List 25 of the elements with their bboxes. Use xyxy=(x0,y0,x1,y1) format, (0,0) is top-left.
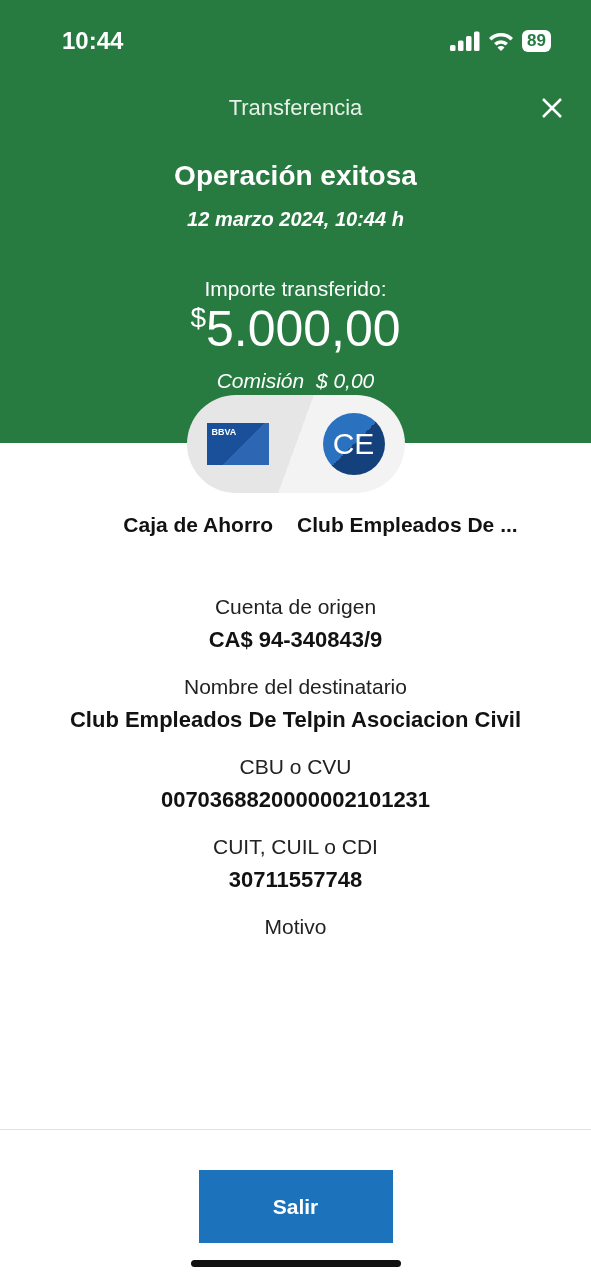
transferred-amount: $5.000,00 xyxy=(190,303,401,355)
detail-value: 30711557748 xyxy=(228,867,363,893)
exit-button[interactable]: Salir xyxy=(198,1170,393,1243)
detail-label: Cuenta de origen xyxy=(214,595,377,619)
amount-label: Importe transferido: xyxy=(204,277,387,301)
detail-label: CUIT, CUIL o CDI xyxy=(213,835,378,859)
operation-date: 12 marzo 2024, 10:44 h xyxy=(187,208,404,231)
success-title: Operación exitosa xyxy=(174,160,417,192)
origin-account-name: Caja de Ahorro xyxy=(123,513,274,537)
detail-label: Nombre del destinatario xyxy=(184,675,407,699)
status-time: 10:44 xyxy=(62,27,124,55)
wifi-icon xyxy=(488,31,515,51)
recipient-name: Club Empleados De ... xyxy=(297,513,518,537)
detail-value: 0070368820000002101231 xyxy=(160,787,431,813)
signal-icon xyxy=(450,31,481,51)
battery-level: 89 xyxy=(522,30,551,52)
detail-label: Motivo xyxy=(264,915,327,939)
close-icon[interactable] xyxy=(541,97,563,119)
screen-title: Transferencia xyxy=(228,95,363,121)
detail-value: CA$ 94-340843/9 xyxy=(208,627,383,653)
fee-text: Comisión $ 0,00 xyxy=(216,369,375,393)
bank-card-icon: BBVA xyxy=(206,423,269,465)
detail-label: CBU o CVU xyxy=(239,755,352,779)
recipient-avatar: CE xyxy=(322,413,385,475)
detail-value: Club Empleados De Telpin Asociacion Civil xyxy=(69,707,522,733)
